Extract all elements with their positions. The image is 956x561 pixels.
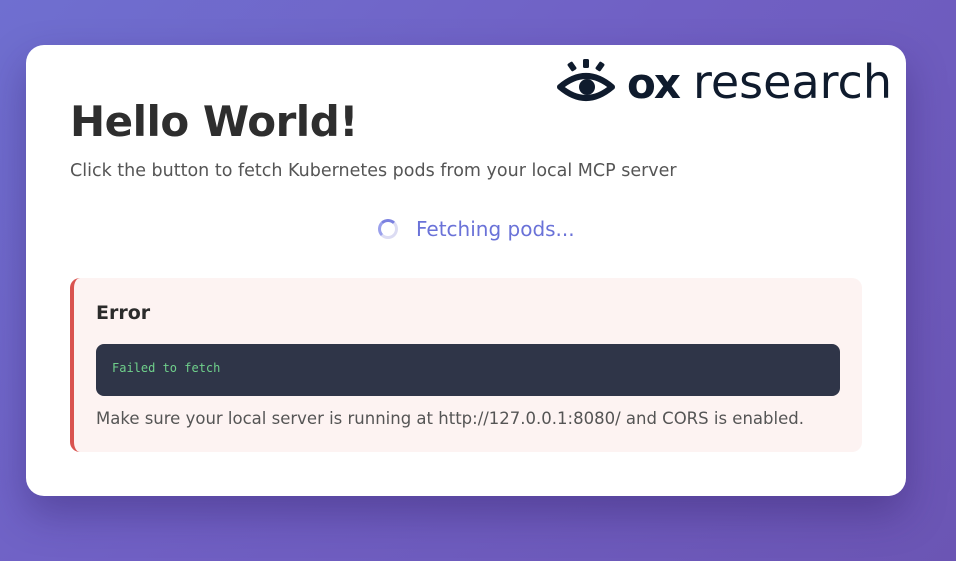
logo-brand-ox: ox bbox=[627, 59, 681, 108]
eye-icon bbox=[557, 59, 616, 105]
error-title: Error bbox=[96, 302, 151, 324]
error-hint: Make sure your local server is running a… bbox=[96, 409, 804, 428]
page-title: Hello World! bbox=[70, 97, 358, 146]
loading-indicator: Fetching pods... bbox=[378, 217, 575, 241]
error-panel: Error Failed to fetch Make sure your loc… bbox=[70, 278, 862, 452]
page-subtitle: Click the button to fetch Kubernetes pod… bbox=[70, 161, 677, 181]
main-card: ox research Hello World! Click the butto… bbox=[26, 45, 906, 496]
logo-brand-research: research bbox=[692, 55, 892, 109]
spinner-icon bbox=[378, 219, 398, 239]
error-message-code: Failed to fetch bbox=[96, 344, 840, 396]
loading-text: Fetching pods... bbox=[416, 217, 575, 241]
ox-research-logo: ox research bbox=[557, 59, 892, 105]
